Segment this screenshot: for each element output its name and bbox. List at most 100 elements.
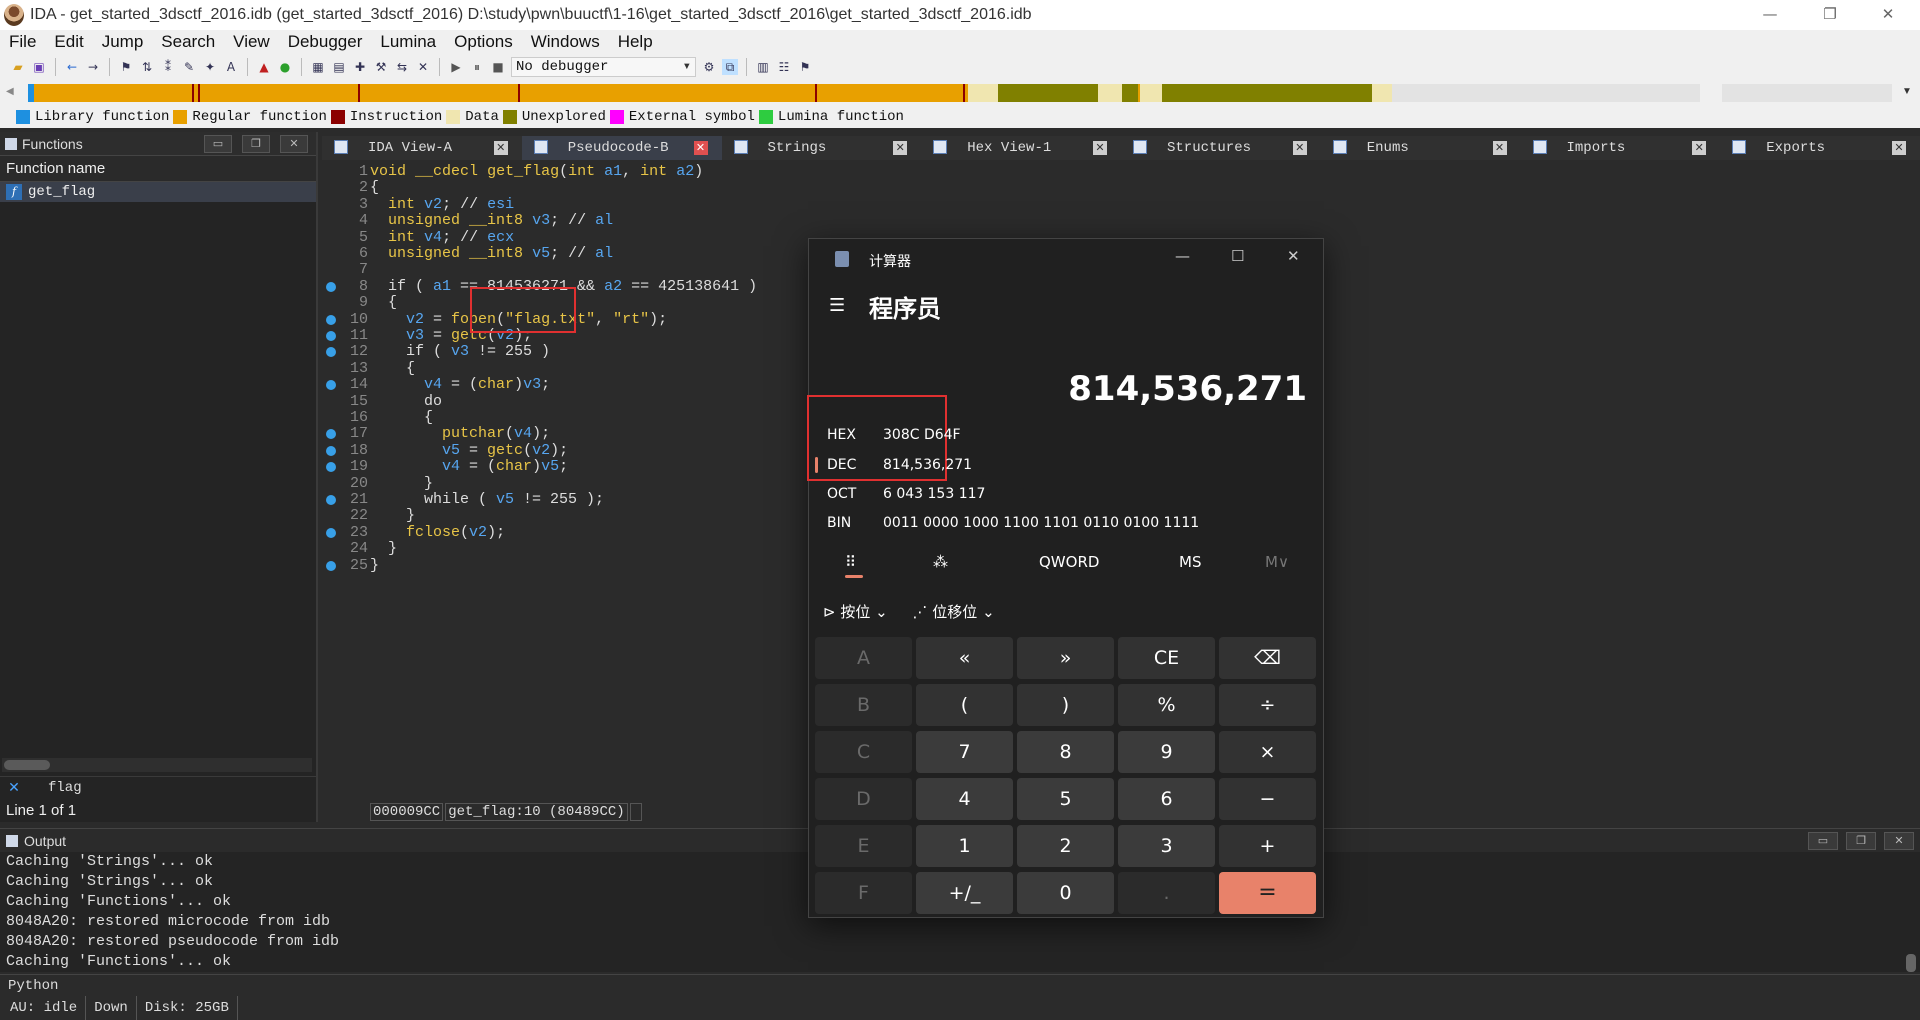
key-e[interactable]: E (815, 825, 912, 867)
menu-debugger[interactable]: Debugger (279, 32, 372, 52)
stop-icon[interactable]: ■ (490, 59, 506, 75)
settings-icon[interactable]: ⚑ (797, 59, 813, 75)
text-icon[interactable]: A (223, 59, 239, 75)
calc-maximize-icon[interactable]: ☐ (1231, 247, 1244, 265)
key-1[interactable]: 1 (916, 825, 1013, 867)
key-c[interactable]: C (815, 731, 912, 773)
tab-close-icon[interactable]: ✕ (1093, 141, 1107, 155)
output-vscroll[interactable] (1906, 954, 1916, 972)
tab-enums[interactable]: Enums ✕ (1321, 136, 1521, 160)
nav-left-arrow-icon[interactable]: ◀ (6, 86, 14, 97)
cross-ref-icon[interactable]: ⇅ (139, 59, 155, 75)
hammer-icon[interactable]: ⚒ (373, 59, 389, 75)
windows-icon[interactable]: ▥ (755, 59, 771, 75)
tab-pseudocode-b[interactable]: Pseudocode-B ✕ (521, 136, 722, 160)
forward-icon[interactable]: → (85, 59, 101, 75)
key-3[interactable]: 3 (1118, 825, 1215, 867)
memory-store-button[interactable]: MS (1179, 553, 1201, 571)
menu-jump[interactable]: Jump (93, 32, 153, 52)
clear-filter-icon[interactable]: ✕ (0, 778, 28, 798)
data-icon[interactable]: ✦ (202, 59, 218, 75)
key-5[interactable]: 5 (1017, 778, 1114, 820)
tab-close-icon[interactable]: ✕ (893, 141, 908, 155)
output-restore-icon[interactable]: ❐ (1846, 832, 1876, 850)
key-shift-right[interactable]: » (1017, 637, 1114, 679)
cancel-icon[interactable]: ✕ (415, 59, 431, 75)
menu-help[interactable]: Help (609, 32, 662, 52)
key-percent[interactable]: % (1118, 684, 1215, 726)
bookmark-icon[interactable]: ⚑ (118, 59, 134, 75)
key-plus[interactable]: + (1219, 825, 1316, 867)
keypad-icon[interactable]: ⠿ (845, 553, 856, 571)
lumina-icon[interactable]: ☷ (776, 59, 792, 75)
menu-file[interactable]: File (0, 32, 45, 52)
radix-oct[interactable]: OCT 6 043 153 117 (827, 486, 985, 502)
tab-close-icon[interactable]: ✕ (693, 141, 708, 155)
breakpoint-dot-icon[interactable] (326, 281, 336, 292)
tab-close-icon[interactable]: ✕ (1292, 141, 1307, 155)
key-7[interactable]: 7 (916, 731, 1013, 773)
bit-toggle-icon[interactable]: ⁂ (933, 553, 948, 571)
key-6[interactable]: 6 (1118, 778, 1215, 820)
radix-bin[interactable]: BIN 0011 0000 1000 1100 1101 0110 0100 11… (827, 515, 1199, 531)
panel-close-icon[interactable]: ✕ (280, 135, 308, 153)
breakpoint-dot-icon[interactable] (326, 429, 336, 440)
warning-icon[interactable]: ▲ (256, 59, 272, 75)
key-8[interactable]: 8 (1017, 731, 1114, 773)
key-a[interactable]: A (815, 637, 912, 679)
code-icon[interactable]: ✎ (181, 59, 197, 75)
key-shift-left[interactable]: « (916, 637, 1013, 679)
tab-imports[interactable]: Imports ✕ (1521, 136, 1721, 160)
key-divide[interactable]: ÷ (1219, 684, 1316, 726)
key-9[interactable]: 9 (1118, 731, 1215, 773)
breakpoint-dot-icon[interactable] (326, 527, 336, 538)
key-equals[interactable]: = (1219, 872, 1316, 914)
menu-options[interactable]: Options (445, 32, 522, 52)
hamburger-icon[interactable]: ☰ (829, 295, 845, 316)
debugger-select[interactable]: No debugger (511, 57, 696, 77)
key-open-paren[interactable]: ( (916, 684, 1013, 726)
menu-search[interactable]: Search (152, 32, 224, 52)
tab-close-icon[interactable]: ✕ (1692, 141, 1707, 155)
breakpoint-dot-icon[interactable] (326, 445, 336, 456)
key-close-paren[interactable]: ) (1017, 684, 1114, 726)
tab-ida-view-a[interactable]: IDA View-A ✕ (322, 136, 522, 160)
menu-edit[interactable]: Edit (45, 32, 92, 52)
panel-restore-icon[interactable]: ❐ (242, 135, 270, 153)
pause-icon[interactable]: ⏸ (469, 59, 485, 75)
save-icon[interactable]: ▣ (31, 59, 47, 75)
function-row[interactable]: f get_flag (0, 182, 316, 202)
breakpoint-dot-icon[interactable] (326, 462, 336, 473)
breakpoint-dot-icon[interactable] (326, 495, 336, 505)
attach-icon[interactable]: ⚙ (701, 59, 717, 75)
nav-overview[interactable] (1722, 84, 1892, 102)
restore-icon[interactable]: ❐ (1800, 0, 1860, 30)
menu-windows[interactable]: Windows (522, 32, 609, 52)
navigation-strip[interactable] (28, 84, 1700, 102)
back-icon[interactable]: ← (64, 59, 80, 75)
calc-close-icon[interactable]: ✕ (1287, 247, 1300, 265)
word-size-button[interactable]: QWORD (1039, 553, 1099, 571)
green-dot-icon[interactable]: ● (277, 59, 293, 75)
tab-close-icon[interactable]: ✕ (1892, 141, 1906, 155)
breakpoint-dot-icon[interactable] (326, 314, 336, 325)
graph-icon[interactable]: ▦ (310, 59, 326, 75)
tab-close-icon[interactable]: ✕ (1492, 141, 1507, 155)
breakpoint-dot-icon[interactable] (326, 331, 336, 341)
patch-icon[interactable]: ✚ (352, 59, 368, 75)
binary-icon[interactable]: ⁑ (160, 59, 176, 75)
key-multiply[interactable]: × (1219, 731, 1316, 773)
key-b[interactable]: B (815, 684, 912, 726)
output-close-icon[interactable]: ✕ (1884, 832, 1914, 850)
debug-layout-icon[interactable]: ⧉ (722, 59, 738, 75)
bitwise-button[interactable]: 按位 (840, 603, 870, 621)
key-4[interactable]: 4 (916, 778, 1013, 820)
functions-hscroll[interactable] (2, 758, 312, 772)
python-input[interactable]: Python (0, 974, 1920, 996)
radix-hex[interactable]: HEX 308C D64F (827, 427, 961, 443)
key-negate[interactable]: +/_ (916, 872, 1013, 914)
key-decimal[interactable]: . (1118, 872, 1215, 914)
breakpoint-dot-icon[interactable] (326, 380, 336, 391)
radix-dec[interactable]: DEC 814,536,271 (827, 457, 972, 473)
tab-strings[interactable]: Strings ✕ (722, 136, 922, 160)
